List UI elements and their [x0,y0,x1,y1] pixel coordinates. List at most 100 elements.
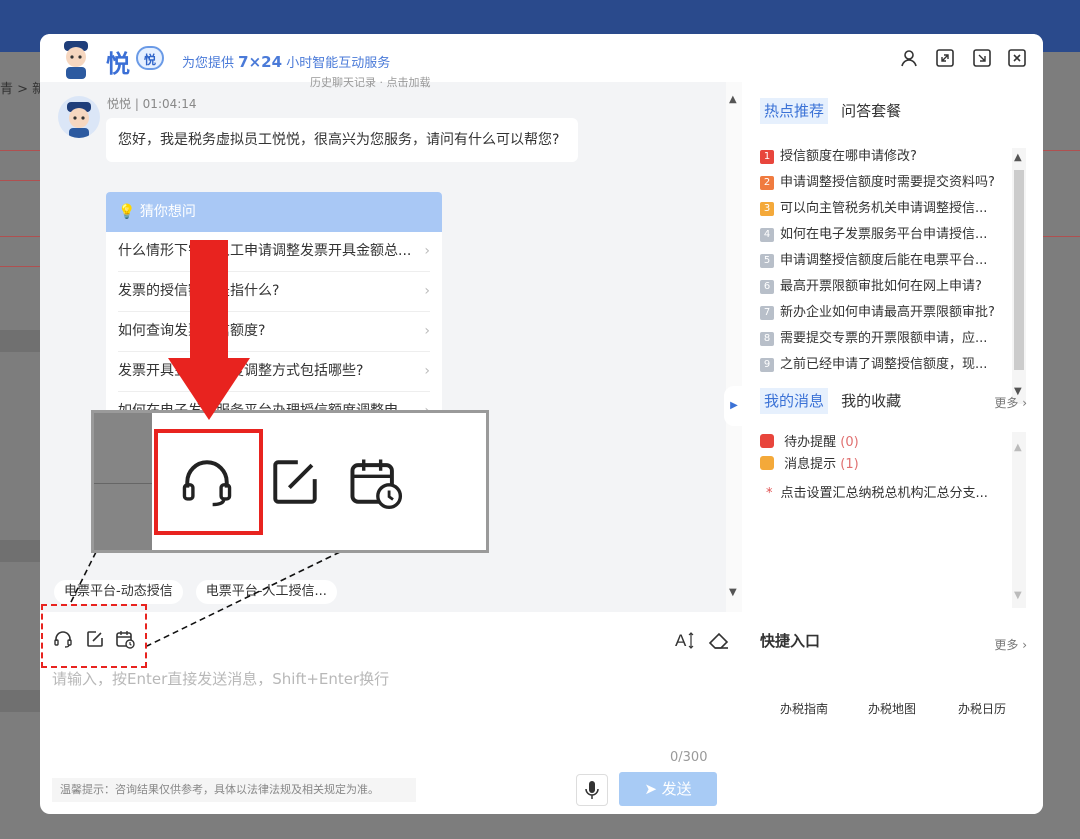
notice-text: 点击设置汇总纳税总机构汇总分支... [780,486,988,501]
tagline-hours: 7×24 [238,53,283,71]
scroll-down-icon[interactable]: ▼ [729,587,737,598]
red-arrow-indicator [168,240,250,420]
hot-item-text: 如何在电子发票服务平台申请授信... [780,227,988,242]
rank-badge: 9 [760,358,774,372]
more-link[interactable]: 更多 › [994,394,1027,411]
rank-badge: 4 [760,228,774,242]
edit-icon [273,460,317,504]
hot-list: 1 授信额度在哪申请修改? 2 申请调整授信额度时需要提交资料吗? 3 可以向主管税务机关… [760,144,1012,378]
background-divider [0,236,40,237]
chevron-right-icon: › [424,283,430,299]
scroll-down-icon[interactable]: ▼ [1014,590,1022,601]
chip-manual-credit[interactable]: 电票平台-人工授信... [195,580,337,604]
clock-icon [760,434,774,448]
background-band [0,540,40,562]
scroll-up-icon[interactable]: ▲ [729,94,737,105]
scroll-thumb[interactable] [1014,170,1024,370]
rank-badge: 3 [760,202,774,216]
tab-my-favorites[interactable]: 我的收藏 [841,388,901,414]
hot-item[interactable]: 3 可以向主管税务机关申请调整授信... [760,196,1012,222]
hot-item[interactable]: 2 申请调整授信额度时需要提交资料吗? [760,170,1012,196]
hot-item-text: 需要提交专票的开票限额申请，应... [780,331,988,346]
guess-item[interactable]: 发票的授信额度是指什么?› [118,272,430,312]
hot-item-text: 申请调整授信额度时需要提交资料吗? [780,175,995,190]
tab-qa-package[interactable]: 问答套餐 [841,98,901,124]
eraser-icon[interactable] [706,628,732,652]
rank-badge: 1 [760,150,774,164]
guess-item[interactable]: 发票开具金额总额度调整方式包括哪些?› [118,352,430,392]
svg-text:A: A [675,631,687,650]
hot-item[interactable]: 8 需要提交专票的开票限额申请，应... [760,326,1012,352]
hot-item[interactable]: 6 最高开票限额审批如何在网上申请? [760,274,1012,300]
right-panel: 热点推荐 问答套餐 1 授信额度在哪申请修改? 2 申请调整授信额度时需要提交资料吗?… [742,82,1043,814]
quick-link-map[interactable]: 办税地图 [868,700,916,717]
bullet-icon: * [766,486,773,501]
collapse-panel-button[interactable]: ▶ [724,386,744,426]
hot-item[interactable]: 7 新办企业如何申请最高开票限额审批? [760,300,1012,326]
background-divider [0,180,40,181]
message-input[interactable]: 请输入，按Enter直接发送消息，Shift+Enter换行 [52,668,389,689]
disclaimer-tip: 温馨提示：咨询结果仅供参考，具体以法律法规及相关规定为准。 [52,778,416,802]
guess-item[interactable]: 什么情形下需要人工申请调整发票开具金额总... › [118,232,430,272]
message-notice[interactable]: 消息提示 (1) [760,454,1020,476]
minimize-icon[interactable] [971,47,993,69]
more-link[interactable]: 更多 › [994,636,1027,653]
history-hint[interactable]: 历史聊天记录 · 点击加载 [310,74,431,90]
chat-scrollbar[interactable]: ▲ ▼ [726,82,742,612]
microphone-button[interactable] [576,774,608,806]
rank-badge: 6 [760,280,774,294]
message-label: 消息提示 [784,457,837,472]
toolbar-highlight [41,604,147,668]
brand-badge: 悦 [136,46,164,70]
scroll-up-icon[interactable]: ▲ [1014,152,1022,163]
rank-badge: 2 [760,176,774,190]
more-label: 更多 [994,396,1019,410]
zoom-callout [91,410,489,553]
bulb-icon [760,456,774,470]
scroll-up-icon[interactable]: ▲ [1014,442,1022,453]
quick-entry-title: 快捷入口 [760,632,821,650]
guess-item[interactable]: 如何查询发票授信额度?› [118,312,430,352]
chip-dynamic-credit[interactable]: 电票平台-动态授信 [54,580,183,604]
hot-item[interactable]: 5 申请调整授信额度后能在电票平台... [760,248,1012,274]
tab-my-messages[interactable]: 我的消息 [760,388,829,414]
hot-item-text: 最高开票限额审批如何在网上申请? [780,279,982,294]
hot-item[interactable]: 1 授信额度在哪申请修改? [760,144,1012,170]
close-icon[interactable] [1006,47,1028,69]
mascot-avatar [64,41,88,79]
rank-badge: 7 [760,306,774,320]
microphone-icon [585,781,599,799]
send-button[interactable]: ➤ 发送 [619,772,717,806]
zoom-callout-divider [94,483,152,484]
quick-link-guide[interactable]: 办税指南 [780,700,828,717]
background-divider [1043,236,1080,237]
quick-link-calendar[interactable]: 办税日历 [958,700,1006,717]
message-meta: 悦悦 | 01:04:14 [107,97,197,111]
zoom-callout-side [94,413,152,550]
notice-item[interactable]: * 点击设置汇总纳税总机构汇总分支... [760,482,1020,501]
tagline-suffix: 小时智能互动服务 [286,56,391,71]
hot-item-text: 新办企业如何申请最高开票限额审批? [780,305,995,320]
todo-reminder[interactable]: 待办提醒 (0) [760,432,1020,454]
expand-icon[interactable] [934,47,956,69]
brand-title: 悦 [106,50,130,78]
message-scrollbar[interactable]: ▲ ▼ [1012,432,1026,608]
bot-avatar-image [67,102,91,138]
font-size-icon[interactable]: A [673,628,699,652]
background-divider [0,150,40,151]
tab-hot[interactable]: 热点推荐 [760,98,829,124]
hot-item[interactable]: 4 如何在电子发票服务平台申请授信... [760,222,1012,248]
guess-header: 💡 猜你想问 [106,192,442,232]
dialog-header: 悦 悦 为您提供 7×24 小时智能互动服务 [40,34,1043,82]
hot-scrollbar[interactable]: ▲ ▼ [1012,148,1026,404]
guess-item-text: 什么情形下需要人工申请调整发票开具金额总... [118,243,412,259]
hot-item[interactable]: 9 之前已经申请了调整授信额度，现... [760,352,1012,378]
bot-avatar [58,96,100,138]
greeting-bubble: 您好，我是税务虚拟员工悦悦，很高兴为您服务，请问有什么可以帮您? [106,118,578,162]
background-divider [1043,150,1080,151]
guess-title: 猜你想问 [139,204,196,220]
tagline-prefix: 为您提供 [182,56,235,71]
guess-card: 💡 猜你想问 什么情形下需要人工申请调整发票开具金额总... › 发票的授信额度是… [106,192,442,432]
chevron-right-icon: › [424,323,430,339]
user-icon[interactable] [898,47,920,69]
